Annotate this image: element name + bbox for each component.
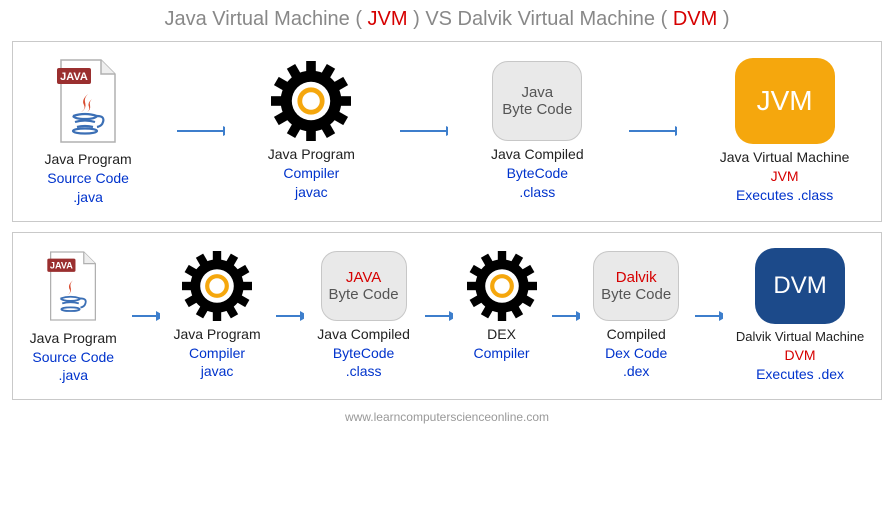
dvm-step-dalvik-bytecode: Dalvik Byte Code Compiled Dex Code .dex [593,251,679,382]
caption-text: Java Compiled [491,145,584,164]
diagram-title: Java Virtual Machine ( JVM ) VS Dalvik V… [12,8,882,31]
box-text: Dalvik [616,269,657,286]
box-text: JVM [757,85,813,117]
dvm-step-vm: DVM Dalvik Virtual Machine DVM Executes … [736,248,864,383]
title-part1: Java Virtual Machine ( [164,8,367,30]
jvm-step-compiler: Java Program Compiler javac [268,61,355,202]
dvm-step-vm-caption: Dalvik Virtual Machine DVM Executes .dex [736,328,864,383]
caption-text: Compiled [605,325,667,344]
dvm-flow-row: JAVA Java Program Source Code .java [23,247,871,386]
box-text: Byte Code [502,101,572,118]
jvm-step-compiler-caption: Java Program Compiler javac [268,145,355,202]
arrow-icon [274,307,304,325]
caption-text: DVM [736,346,864,365]
arrow-icon [423,307,453,325]
gear-icon [467,251,537,321]
java-file-icon: JAVA [53,56,123,146]
caption-text: javac [173,362,260,381]
arrow-icon [627,121,677,141]
box-text: Byte Code [329,286,399,303]
caption-text: DEX [474,325,530,344]
jvm-flow-row: JAVA Java Program Source Code .java [23,56,871,207]
caption-text: Java Program [45,150,132,169]
title-jvm: JVM [368,8,408,30]
caption-text: .java [30,366,117,385]
caption-text: Executes .class [720,186,850,205]
jvm-step-vm: JVM Java Virtual Machine JVM Executes .c… [720,58,850,205]
bytecode-box-icon: Dalvik Byte Code [593,251,679,321]
bytecode-box-icon: Java Byte Code [492,61,582,141]
caption-text: Compiler [173,344,260,363]
dvm-panel: JAVA Java Program Source Code .java [12,232,882,401]
caption-text: Compiler [268,164,355,183]
box-text: Java [521,84,553,101]
caption-text: .java [45,188,132,207]
arrow-icon [550,307,580,325]
jvm-step-source: JAVA Java Program Source Code .java [45,56,132,207]
dvm-step-bytecode: JAVA Byte Code Java Compiled ByteCode .c… [317,251,410,382]
caption-text: Java Compiled [317,325,410,344]
caption-text: .dex [605,362,667,381]
caption-text: Dex Code [605,344,667,363]
bytecode-box-icon: JAVA Byte Code [321,251,407,321]
dvm-step-source-caption: Java Program Source Code .java [30,329,117,386]
gear-icon [271,61,351,141]
svg-text:JAVA: JAVA [60,71,88,83]
dvm-step-bytecode-caption: Java Compiled ByteCode .class [317,325,410,382]
title-dvm: DVM [673,8,717,30]
jvm-step-vm-caption: Java Virtual Machine JVM Executes .class [720,148,850,205]
arrow-icon [130,307,160,325]
arrow-icon [398,121,448,141]
caption-text: Executes .dex [736,365,864,384]
arrow-icon [693,307,723,325]
caption-text: Java Virtual Machine [720,148,850,167]
jvm-panel: JAVA Java Program Source Code .java [12,41,882,222]
svg-text:JAVA: JAVA [50,260,73,270]
caption-text: javac [268,183,355,202]
caption-text: Dalvik Virtual Machine [736,328,864,346]
caption-text: ByteCode [491,164,584,183]
caption-text: Java Program [173,325,260,344]
dvm-step-dalvik-bytecode-caption: Compiled Dex Code .dex [605,325,667,382]
arrow-icon [175,121,225,141]
caption-text: Java Program [30,329,117,348]
caption-spacer [474,362,530,381]
caption-text: Source Code [30,348,117,367]
jvm-box-icon: JVM [735,58,835,144]
jvm-step-source-caption: Java Program Source Code .java [45,150,132,207]
caption-text: Source Code [45,169,132,188]
caption-text: ByteCode [317,344,410,363]
caption-text: Java Program [268,145,355,164]
box-text: Byte Code [601,286,671,303]
footer-url: www.learncomputerscienceonline.com [12,410,882,424]
dvm-box-icon: DVM [755,248,845,324]
dvm-step-compiler-caption: Java Program Compiler javac [173,325,260,382]
caption-text: .class [317,362,410,381]
gear-icon [182,251,252,321]
box-text: DVM [773,272,826,300]
title-part3: ) [717,8,729,30]
dvm-step-compiler: Java Program Compiler javac [173,251,260,382]
java-file-icon: JAVA [44,247,102,325]
dvm-step-dex-compiler: DEX Compiler [467,251,537,382]
caption-text: Compiler [474,344,530,363]
jvm-step-bytecode: Java Byte Code Java Compiled ByteCode .c… [491,61,584,202]
jvm-step-bytecode-caption: Java Compiled ByteCode .class [491,145,584,202]
box-text: JAVA [346,269,381,286]
dvm-step-source: JAVA Java Program Source Code .java [30,247,117,386]
title-part2: ) VS Dalvik Virtual Machine ( [408,8,673,30]
dvm-step-dex-caption: DEX Compiler [474,325,530,382]
caption-text: JVM [720,167,850,186]
caption-text: .class [491,183,584,202]
